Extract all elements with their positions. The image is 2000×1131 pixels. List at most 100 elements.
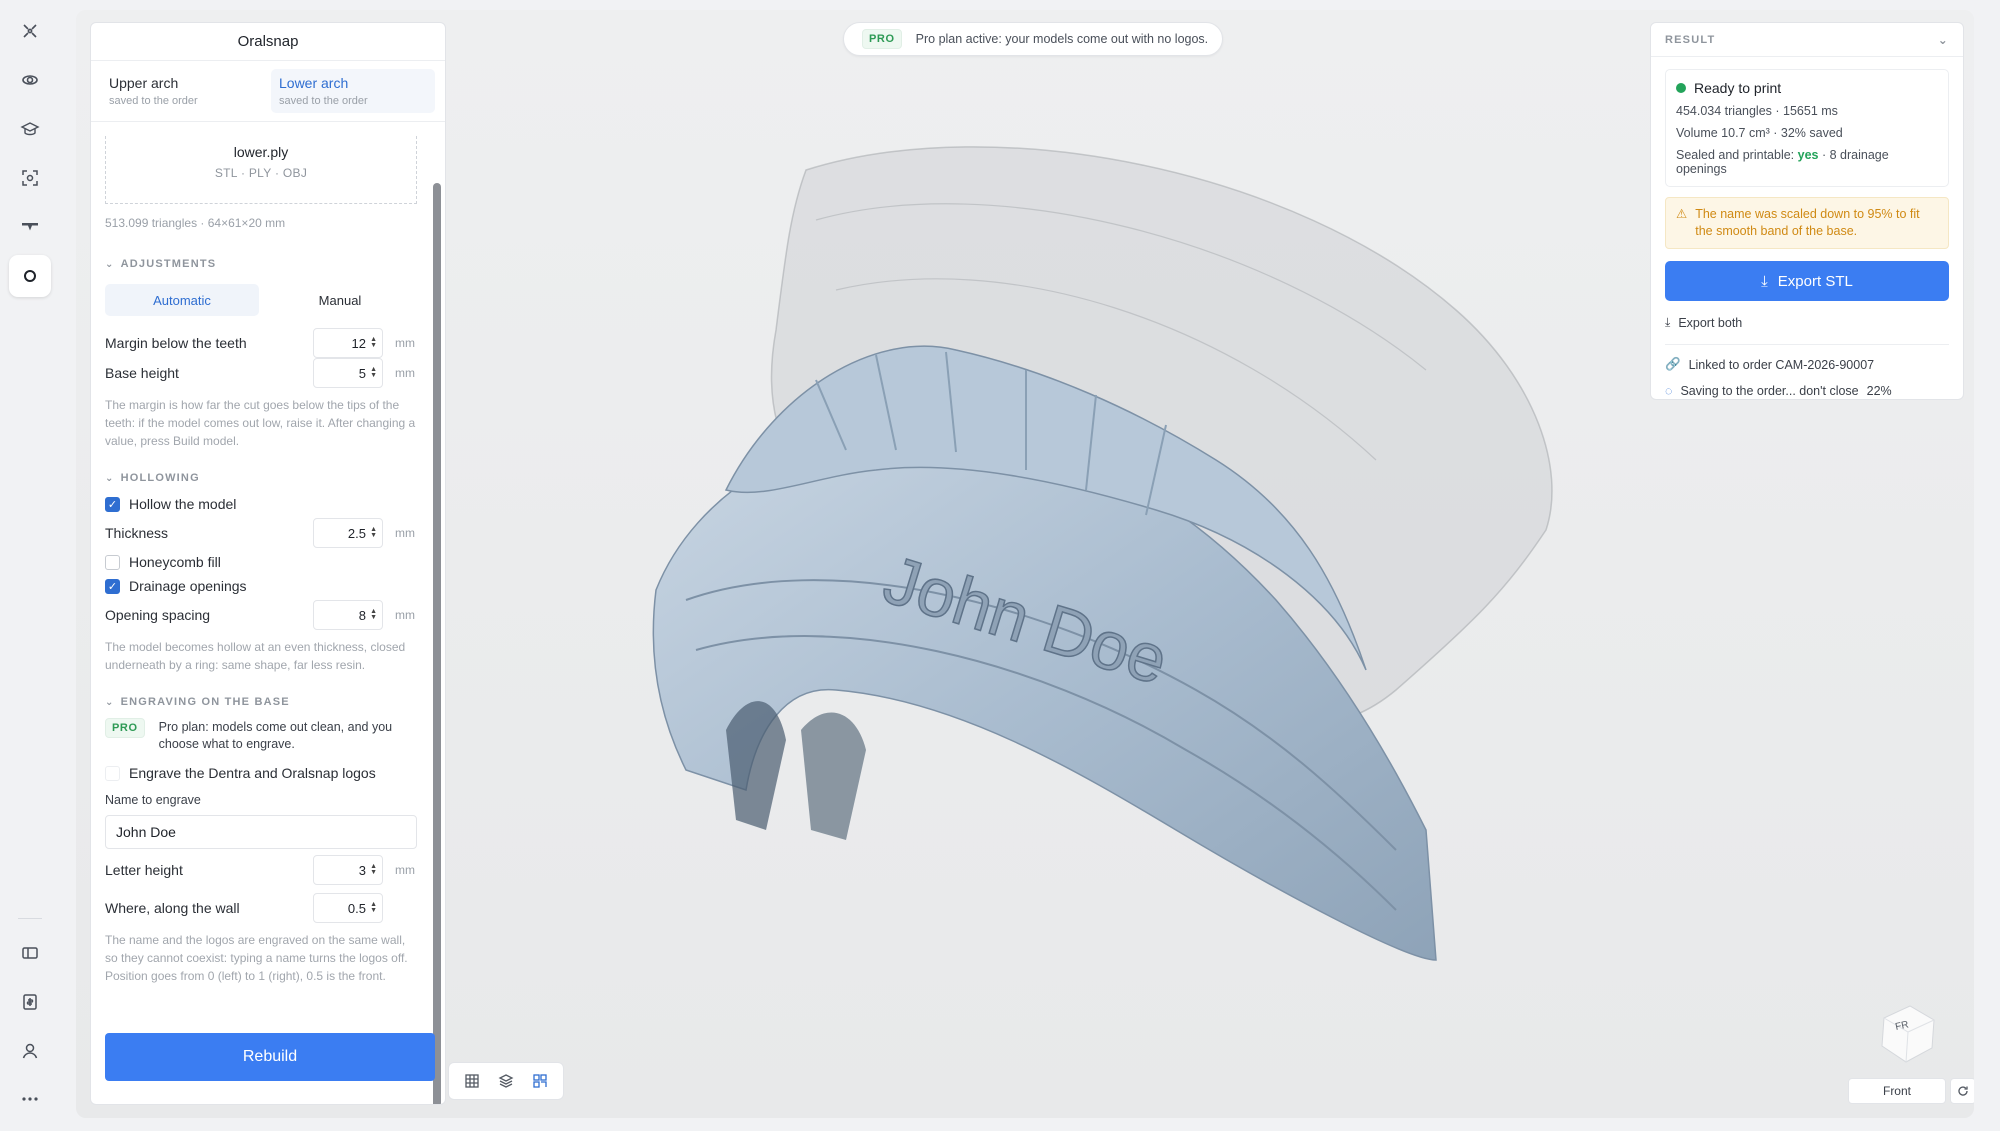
download-icon: ⤓: [1665, 315, 1671, 329]
file-types: STL · PLY · OBJ: [214, 166, 308, 180]
margin-label: Margin below the teeth: [105, 335, 247, 351]
scan-icon[interactable]: [9, 157, 51, 199]
adjustments-help: The margin is how far the cut goes below…: [105, 398, 416, 448]
user-icon[interactable]: [9, 1030, 51, 1072]
base-unit: mm: [395, 366, 415, 380]
app-logo-icon[interactable]: [9, 10, 51, 52]
tab-lower-arch[interactable]: Lower arch saved to the order: [271, 69, 435, 113]
margin-input[interactable]: 12 ▲ ▼: [313, 328, 383, 358]
more-icon[interactable]: [9, 1078, 51, 1120]
file-name: lower.ply: [233, 144, 289, 160]
thickness-input[interactable]: 2.5 ▲ ▼: [313, 518, 383, 548]
hollowing-help: The model becomes hollow at an even thic…: [105, 640, 406, 672]
tab-manual[interactable]: Manual: [263, 284, 417, 316]
tab-upper-arch[interactable]: Upper arch saved to the order: [101, 69, 265, 113]
panel-title: Oralsnap: [91, 23, 445, 61]
logos-checkbox[interactable]: [105, 765, 120, 781]
spinner-icon: ◌: [1665, 384, 1673, 398]
orbit-icon[interactable]: [9, 59, 51, 101]
section-engraving[interactable]: ⌄ ENGRAVING ON THE BASE: [105, 696, 417, 708]
section-hollowing[interactable]: ⌄ HOLLOWING: [105, 472, 417, 484]
letter-unit: mm: [395, 863, 415, 877]
arch-tabs: Upper arch saved to the order Lower arch…: [91, 61, 445, 122]
margin-row: Margin below the teeth 12 ▲ ▼ mm: [105, 328, 417, 358]
stepper-icon[interactable]: ▲ ▼: [370, 901, 377, 914]
spacing-row: Opening spacing 8 ▲ ▼ mm: [105, 600, 417, 630]
arch-tool-icon[interactable]: [9, 206, 51, 248]
result-heading: RESULT: [1665, 33, 1716, 46]
status-card: Ready to print 454.034 triangles · 15651…: [1665, 69, 1949, 187]
panel-scrollbar[interactable]: [433, 183, 441, 1104]
stats-volume: Volume 10.7 cm³ · 32% saved: [1676, 126, 1843, 140]
download-icon: ⤓: [1761, 272, 1768, 290]
stats-sealed: Sealed and printable: yes · 8 drainage o…: [1676, 148, 1889, 176]
stepper-icon[interactable]: ▲ ▼: [370, 863, 377, 876]
export-both-link[interactable]: ⤓ Export both: [1665, 315, 1949, 330]
hollow-checkbox-row[interactable]: ✓ Hollow the model: [105, 492, 417, 516]
status-title: Ready to print: [1676, 80, 1938, 96]
drainage-checkbox[interactable]: ✓: [105, 578, 120, 594]
saving-status: ◌ Saving to the order... don't close 22%: [1665, 384, 1949, 398]
view-toolbar: [448, 1062, 564, 1100]
mesh-icon[interactable]: [526, 1067, 554, 1095]
name-input[interactable]: John Doe: [105, 815, 417, 849]
settings-scroll[interactable]: lower.ply STL · PLY · OBJ 513.099 triang…: [91, 136, 431, 1104]
position-input[interactable]: 0.5 ▲ ▼: [313, 893, 383, 923]
file-meta: 513.099 triangles · 64×61×20 mm: [105, 216, 286, 230]
result-panel: RESULT ⌄ Ready to print 454.034 triangle…: [1650, 22, 1964, 400]
name-label: Name to engrave: [105, 793, 201, 807]
chevron-down-icon[interactable]: ⌄: [1938, 33, 1949, 47]
thickness-row: Thickness 2.5 ▲ ▼ mm: [105, 518, 417, 548]
view-front-button[interactable]: Front: [1848, 1078, 1946, 1104]
position-row: Where, along the wall 0.5 ▲ ▼: [105, 893, 417, 923]
stepper-icon[interactable]: ▲ ▼: [370, 608, 377, 621]
drainage-checkbox-row[interactable]: ✓ Drainage openings: [105, 574, 417, 598]
tab-automatic[interactable]: Automatic: [105, 284, 259, 316]
honeycomb-checkbox[interactable]: [105, 554, 120, 570]
linked-order[interactable]: 🔗 Linked to order CAM-2026-90007: [1665, 357, 1949, 372]
base-input[interactable]: 5 ▲ ▼: [313, 358, 383, 388]
position-label: Where, along the wall: [105, 900, 240, 916]
logos-label: Engrave the Dentra and Oralsnap logos: [129, 765, 376, 781]
reset-view-icon[interactable]: [1950, 1078, 1974, 1104]
view-cube[interactable]: FR: [1874, 1000, 1942, 1068]
hollow-checkbox[interactable]: ✓: [105, 496, 120, 512]
mode-tabs: Automatic Manual: [105, 284, 417, 316]
left-rail: [0, 0, 60, 1131]
grid-icon[interactable]: [458, 1067, 486, 1095]
rebuild-button[interactable]: Rebuild: [105, 1033, 435, 1081]
pro-badge: PRO: [105, 718, 145, 738]
letter-input[interactable]: 3 ▲ ▼: [313, 855, 383, 885]
dental-model[interactable]: John Doe: [576, 130, 1606, 990]
status-text: Ready to print: [1694, 80, 1782, 96]
hollow-label: Hollow the model: [129, 496, 237, 512]
spacing-input[interactable]: 8 ▲ ▼: [313, 600, 383, 630]
spacing-label: Opening spacing: [105, 607, 211, 623]
stepper-icon[interactable]: ▲ ▼: [370, 336, 377, 349]
base-row: Base height 5 ▲ ▼ mm: [105, 358, 417, 388]
chevron-down-icon: ⌄: [105, 258, 115, 270]
stepper-icon[interactable]: ▲ ▼: [370, 366, 377, 379]
honeycomb-label: Honeycomb fill: [129, 554, 221, 570]
chevron-down-icon: ⌄: [105, 472, 115, 484]
section-adjustments[interactable]: ⌄ ADJUSTMENTS: [105, 258, 417, 270]
export-both-label: Export both: [1678, 315, 1743, 330]
stepper-icon[interactable]: ▲ ▼: [370, 526, 377, 539]
engraving-help: The name and the logos are engraved on t…: [105, 933, 408, 983]
thickness-label: Thickness: [105, 525, 169, 541]
layers-icon[interactable]: [492, 1067, 520, 1095]
result-header[interactable]: RESULT ⌄: [1651, 23, 1963, 57]
tab-lower-arch-sub: saved to the order: [279, 95, 368, 107]
tab-upper-arch-sub: saved to the order: [109, 95, 198, 107]
logos-checkbox-row[interactable]: Engrave the Dentra and Oralsnap logos: [105, 761, 417, 785]
saving-text: Saving to the order... don't close: [1680, 384, 1859, 398]
file-dropzone[interactable]: lower.ply STL · PLY · OBJ: [105, 136, 417, 204]
graduation-cap-icon[interactable]: [9, 108, 51, 150]
billing-icon[interactable]: [9, 981, 51, 1023]
warning-box: ⚠ The name was scaled down to 95% to fit…: [1665, 197, 1949, 249]
honeycomb-checkbox-row[interactable]: Honeycomb fill: [105, 550, 417, 574]
export-stl-button[interactable]: ⤓ Export STL: [1665, 261, 1949, 301]
ticket-icon[interactable]: [9, 932, 51, 974]
pro-banner-text: Pro plan active: your models come out wi…: [915, 32, 1209, 46]
oralsnap-icon[interactable]: [9, 255, 51, 297]
